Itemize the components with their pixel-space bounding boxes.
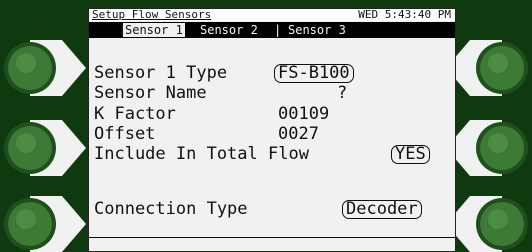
screen-title: Setup Flow Sensors <box>92 8 212 21</box>
include-total-label: Include In Total Flow <box>94 144 309 164</box>
offset-row: Offset 0027 <box>94 124 450 144</box>
connection-type-row: Connection Type Decoder <box>94 199 450 219</box>
green-round-softkey-icon <box>4 120 86 176</box>
offset-label: Offset <box>94 124 156 144</box>
softkey-left-2[interactable] <box>2 120 86 176</box>
softkey-right-1[interactable] <box>446 40 530 96</box>
sensor-type-value[interactable]: FS-B100 <box>274 64 354 83</box>
k-factor-label: K Factor <box>94 104 176 124</box>
tab-sensor-1[interactable]: Sensor 1 <box>121 23 185 37</box>
title-bar: Setup Flow Sensors WED 5:43:40 PM <box>89 9 455 21</box>
sensor-name-label: Sensor Name <box>94 83 207 103</box>
green-round-softkey-icon <box>446 196 528 252</box>
include-total-row: Include In Total Flow YES <box>94 144 450 164</box>
tab-separator: | <box>274 23 282 37</box>
softkey-right-2[interactable] <box>446 120 530 176</box>
offset-value[interactable]: 0027 <box>278 124 319 144</box>
include-total-value[interactable]: YES <box>391 145 430 164</box>
softkey-right-3[interactable] <box>446 196 530 252</box>
clock-readout: WED 5:43:40 PM <box>358 8 451 21</box>
softkey-left-3[interactable] <box>2 196 86 252</box>
sensor-type-row: Sensor 1 Type FS-B100 <box>94 63 450 83</box>
tab-sensor-2[interactable]: Sensor 2 <box>200 22 258 38</box>
tab-sensor-3[interactable]: Sensor 3 <box>288 22 346 38</box>
k-factor-row: K Factor 00109 <box>94 104 450 124</box>
connection-type-value[interactable]: Decoder <box>342 200 422 219</box>
sensor-name-value[interactable]: ? <box>337 83 347 103</box>
sensor-name-row: Sensor Name ? <box>94 83 450 103</box>
green-round-softkey-icon <box>446 40 528 96</box>
k-factor-value[interactable]: 00109 <box>278 104 329 124</box>
green-round-softkey-icon <box>4 196 86 252</box>
connection-type-label: Connection Type <box>94 199 248 219</box>
sensor-type-label: Sensor 1 Type <box>94 63 228 83</box>
green-round-softkey-icon <box>446 120 528 176</box>
footer-divider <box>89 237 455 238</box>
lcd-screen: Setup Flow Sensors WED 5:43:40 PM Sensor… <box>88 8 456 251</box>
green-round-softkey-icon <box>4 40 86 96</box>
sensor-tabs: Sensor 1 Sensor 2 | Sensor 3 <box>89 22 455 38</box>
softkey-left-1[interactable] <box>2 40 86 96</box>
